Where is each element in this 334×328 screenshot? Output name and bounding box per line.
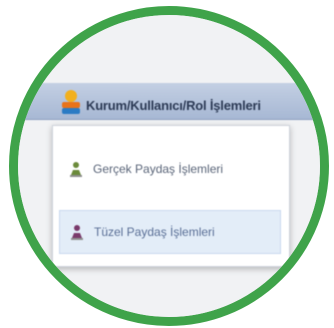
screenshot-view: Kurum/Kullanıcı/Rol İşlemleri Gerçek Pay… [18, 15, 320, 317]
person-download-icon [70, 162, 82, 177]
menu-kurum-kullanici-rol[interactable]: Kurum/Kullanıcı/Rol İşlemleri [86, 98, 261, 113]
zoom-circle: Kurum/Kullanıcı/Rol İşlemleri Gerçek Pay… [9, 6, 329, 326]
dropdown-menu: Gerçek Paydaş İşlemleri Tüzel Paydaş İşl… [52, 125, 290, 267]
menu-item-gercek-paydas[interactable]: Gerçek Paydaş İşlemleri [59, 146, 281, 192]
menu-item-label: Gerçek Paydaş İşlemleri [93, 161, 224, 176]
app-logo-icon [62, 90, 80, 114]
menu-item-tuzel-paydas[interactable]: Tüzel Paydaş İşlemleri [59, 210, 281, 254]
menu-item-label: Tüzel Paydaş İşlemleri [94, 224, 215, 239]
person-download-icon [71, 225, 83, 240]
